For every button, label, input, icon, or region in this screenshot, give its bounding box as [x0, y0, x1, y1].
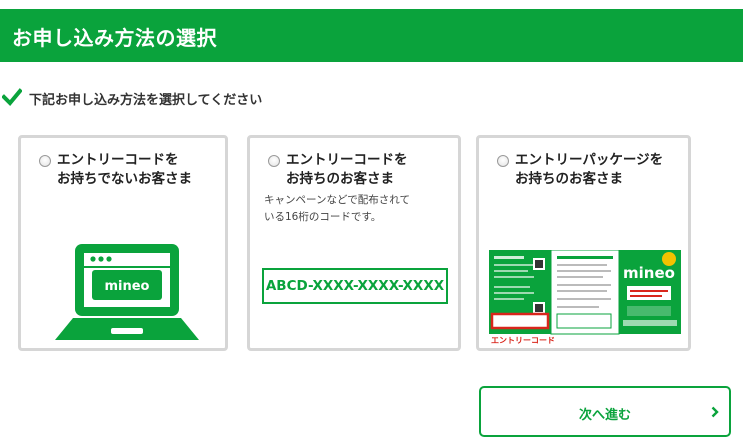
option-title-line2: お持ちのお客さま	[515, 171, 623, 187]
option-title: エントリーパッケージを お持ちのお客さま	[515, 151, 663, 189]
package-caption: エントリーコード	[491, 336, 555, 345]
chevron-right-icon	[711, 406, 719, 418]
radio-has-entry-code[interactable]	[268, 155, 280, 167]
page-header: お申し込み方法の選択	[0, 9, 743, 62]
next-button[interactable]: 次へ進む	[479, 386, 731, 437]
option-title-line2: お持ちでないお客さま	[57, 171, 192, 187]
laptop-icon: mineo	[55, 244, 199, 340]
option-card-no-entry-code[interactable]: エントリーコードを お持ちでないお客さま mineo	[18, 135, 228, 351]
laptop-logo-text: mineo	[104, 279, 149, 294]
package-logo-text: mineo	[623, 264, 675, 282]
checkmark-icon	[2, 88, 22, 106]
option-title-line1: エントリーコードを	[57, 152, 179, 168]
option-card-entry-package[interactable]: エントリーパッケージを お持ちのお客さま mineo エントリーコード	[476, 135, 691, 351]
option-title-line1: エントリーパッケージを	[515, 152, 664, 168]
option-description: キャンペーンなどで配布されて いる16桁のコードです。	[264, 192, 410, 226]
desc-line2: いる16桁のコードです。	[264, 211, 382, 223]
instruction-text: 下記お申し込み方法を選択してください	[29, 93, 263, 108]
option-title: エントリーコードを お持ちでないお客さま	[57, 151, 192, 189]
page-title: お申し込み方法の選択	[12, 26, 217, 50]
desc-line1: キャンペーンなどで配布されて	[264, 194, 410, 206]
option-title: エントリーコードを お持ちのお客さま	[286, 151, 408, 189]
option-title-line2: お持ちのお客さま	[286, 171, 394, 187]
option-card-has-entry-code[interactable]: エントリーコードを お持ちのお客さま キャンペーンなどで配布されて いる16桁の…	[247, 135, 461, 351]
radio-no-entry-code[interactable]	[39, 155, 51, 167]
next-button-label: 次へ進む	[578, 408, 631, 423]
entry-code-sample: ABCD-XXXX-XXXX-XXXX	[262, 268, 448, 304]
radio-entry-package[interactable]	[497, 155, 509, 167]
entry-package-image: mineo エントリーコード	[489, 250, 681, 345]
option-title-line1: エントリーコードを	[286, 152, 408, 168]
